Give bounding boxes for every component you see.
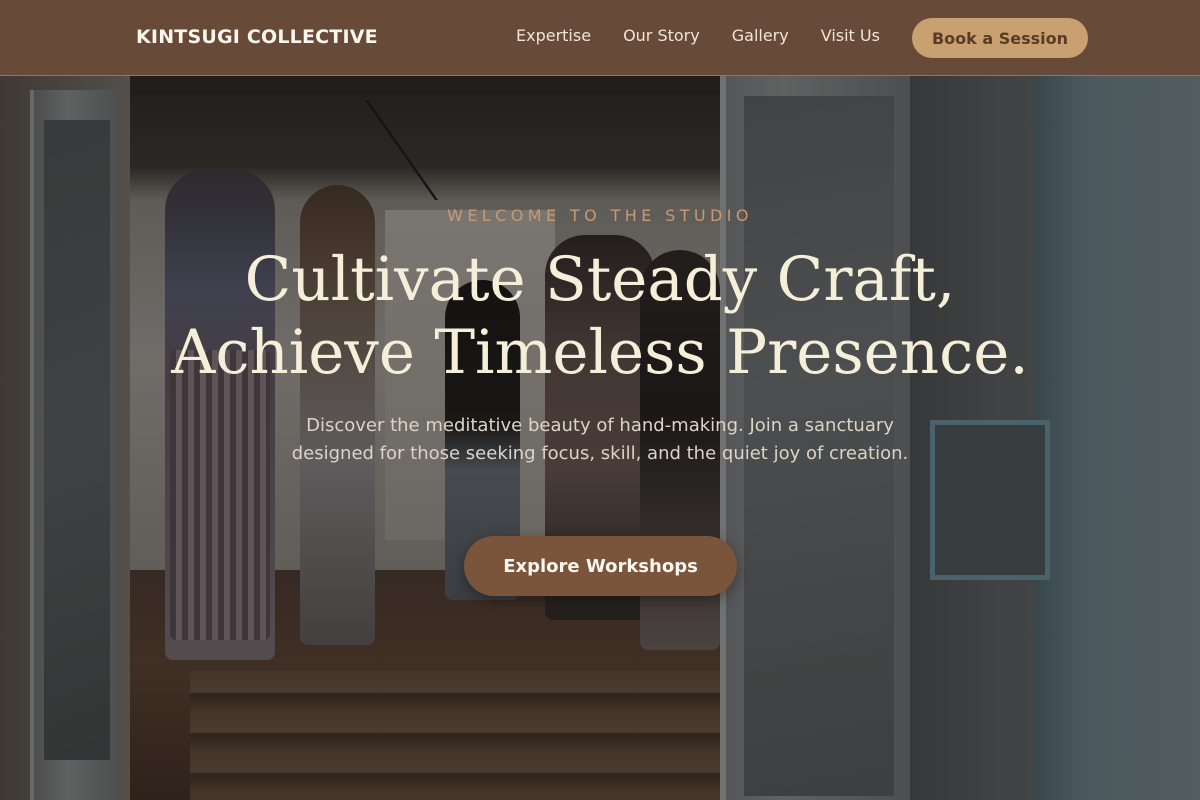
hero-headline-line-1: Cultivate Steady Craft, xyxy=(244,244,956,315)
hero-eyebrow: WELCOME TO THE STUDIO xyxy=(447,206,753,225)
hero-section: WELCOME TO THE STUDIO Cultivate Steady C… xyxy=(0,0,1200,800)
hero-subtext: Discover the meditative beauty of hand-m… xyxy=(291,415,909,464)
explore-workshops-button[interactable]: Explore Workshops xyxy=(464,536,737,596)
hero-headline: Cultivate Steady Craft, Achieve Timeless… xyxy=(0,243,1200,389)
hero-headline-line-2: Achieve Timeless Presence. xyxy=(171,317,1029,388)
